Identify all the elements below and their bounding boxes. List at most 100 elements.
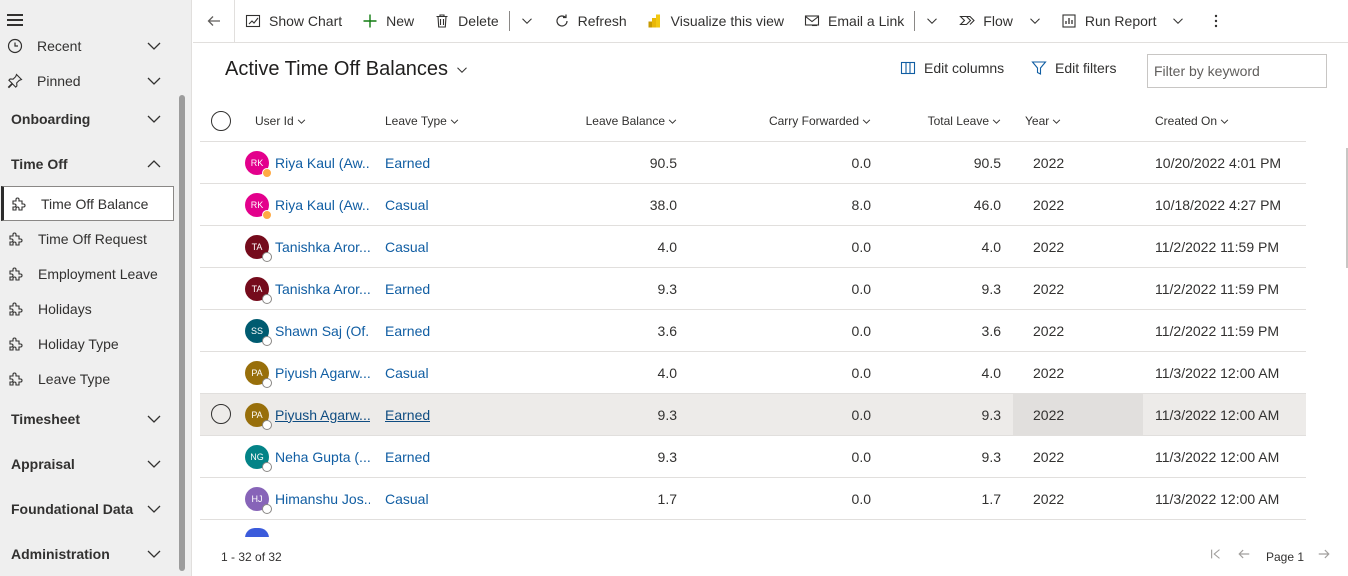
user-id-link[interactable]: Riya Kaul (Aw...: [275, 155, 370, 171]
table-row[interactable]: TA Tanishka Aror... Earned 9.3 0.0 9.3 2022 11/…: [200, 268, 1306, 310]
edit-columns-button[interactable]: Edit columns: [900, 60, 1004, 76]
column-header-carry-forwarded[interactable]: Carry Forwarded: [720, 100, 871, 142]
edit-filters-button[interactable]: Edit filters: [1031, 60, 1116, 76]
column-header-leave-type[interactable]: Leave Type: [385, 100, 459, 142]
table-row[interactable]: TA Tanishka Aror... Casual 4.0 0.0 4.0 2022 11/…: [200, 226, 1306, 268]
edit-columns-label: Edit columns: [924, 60, 1005, 76]
user-id-cell: NG Neha Gupta (...: [245, 436, 370, 477]
group-foundational-data[interactable]: Foundational Data: [0, 489, 174, 529]
nav-recent[interactable]: Recent: [0, 28, 174, 63]
leave-type-link[interactable]: Earned: [385, 449, 430, 465]
presence-status-icon: [262, 503, 272, 514]
leave-balance-cell: 9.3: [657, 406, 677, 423]
table-row[interactable]: NG Neha Gupta (... Earned 9.3 0.0 9.3 2022 11/3…: [200, 436, 1306, 478]
sidebar-item-time-off-request[interactable]: Time Off Request: [1, 221, 174, 256]
user-id-link[interactable]: Tanishka Aror...: [275, 281, 370, 297]
select-all-checkbox[interactable]: [211, 111, 231, 131]
user-id-link[interactable]: Piyush Agarw...: [275, 365, 370, 381]
sidebar-scrollbar[interactable]: [179, 95, 185, 571]
leave-type-link[interactable]: Casual: [385, 491, 429, 507]
chevron-down-icon[interactable]: [146, 38, 162, 54]
flow-icon: [959, 15, 976, 26]
leave-type-link[interactable]: Casual: [385, 239, 429, 255]
chevron-down-icon: [297, 118, 305, 124]
grid-header: User Id Leave Type Leave Balance Carry F…: [200, 100, 1306, 142]
leave-balance-cell: 9.3: [657, 280, 677, 297]
user-id-link[interactable]: Himanshu Jos...: [275, 491, 370, 507]
visualize-view-button[interactable]: Visualize this view: [637, 0, 794, 43]
hamburger-menu-icon[interactable]: [7, 14, 23, 26]
presence-status-icon: [262, 251, 272, 262]
chevron-down-icon[interactable]: [146, 73, 162, 89]
avatar: RK: [245, 192, 272, 220]
table-row[interactable]: SS Shawn Saj (Of... Earned 3.6 0.0 3.6 2022 11/…: [200, 310, 1306, 352]
table-row[interactable]: PA Piyush Agarw... Earned 9.3 0.0 9.3 2022 11/3…: [200, 394, 1306, 436]
user-id-link[interactable]: Piyush Agarw...: [275, 407, 370, 423]
sidebar-item-leave-type[interactable]: Leave Type: [1, 361, 174, 396]
run-report-label: Run Report: [1084, 13, 1157, 29]
column-header-label: Year: [1025, 114, 1050, 128]
more-delete-options-button[interactable]: [510, 0, 544, 43]
sidebar-item-holidays[interactable]: Holidays: [1, 291, 174, 326]
view-selector[interactable]: Active Time Off Balances: [225, 58, 468, 81]
leave-type-link[interactable]: Earned: [385, 323, 430, 339]
user-id-link[interactable]: Riya Kaul (Aw...: [275, 197, 370, 213]
column-header-year[interactable]: Year: [1025, 100, 1061, 142]
table-row[interactable]: RK Riya Kaul (Aw... Casual 38.0 8.0 46.0 2022 1…: [200, 184, 1306, 226]
column-header-total-leave[interactable]: Total Leave: [890, 100, 1001, 142]
group-appraisal[interactable]: Appraisal: [0, 444, 174, 484]
group-onboarding[interactable]: Onboarding: [0, 99, 174, 139]
user-id-link[interactable]: Tanishka Aror...: [275, 239, 370, 255]
sidebar-item-holiday-type[interactable]: Holiday Type: [1, 326, 174, 361]
presence-status-icon: [262, 293, 272, 304]
column-header-created-on[interactable]: Created On: [1155, 100, 1229, 142]
new-button[interactable]: New: [352, 0, 424, 43]
more-email-options-button[interactable]: [915, 0, 949, 43]
presence-status-icon: [262, 209, 272, 220]
leave-balance-cell: 1.7: [657, 490, 677, 507]
leave-type-link[interactable]: Earned: [385, 155, 430, 171]
refresh-button[interactable]: Refresh: [544, 0, 637, 43]
user-id-link[interactable]: Neha Gupta (...: [275, 449, 370, 465]
avatar-initials: TA: [251, 241, 263, 252]
puzzle-icon: [10, 195, 28, 213]
delete-button[interactable]: Delete: [424, 0, 508, 43]
user-id-link[interactable]: Shawn Saj (Of...: [275, 323, 370, 339]
leave-type-link[interactable]: Casual: [385, 197, 429, 213]
run-report-button[interactable]: Run Report: [1051, 0, 1195, 43]
refresh-label: Refresh: [577, 13, 627, 29]
leave-type-link[interactable]: Earned: [385, 281, 430, 297]
flow-label: Flow: [983, 13, 1013, 29]
nav-pinned[interactable]: Pinned: [0, 63, 174, 98]
column-header-label: Leave Type: [385, 114, 447, 128]
table-row[interactable]: RK Riya Kaul (Aw... Earned 90.5 0.0 90.5 2022 1…: [200, 142, 1306, 184]
row-checkbox[interactable]: [211, 404, 231, 424]
chevron-down-icon: [521, 18, 532, 24]
table-row[interactable]: PA Piyush Agarw... Casual 4.0 0.0 4.0 2022 11/3…: [200, 352, 1306, 394]
show-chart-button[interactable]: Show Chart: [235, 0, 352, 43]
carry-forwarded-cell: 0.0: [851, 448, 871, 465]
table-row[interactable]: HJ Himanshu Jos... Casual 1.7 0.0 1.7 2022 11/3…: [200, 478, 1306, 520]
email-link-button[interactable]: Email a Link: [794, 0, 914, 43]
more-commands-button[interactable]: [1194, 0, 1236, 43]
column-header-leave-balance[interactable]: Leave Balance: [540, 100, 677, 142]
group-time-off[interactable]: Time Off: [0, 144, 174, 184]
next-page-icon[interactable]: [1317, 547, 1331, 561]
leave-type-link[interactable]: Casual: [385, 365, 429, 381]
sidebar-item-employment-leave[interactable]: Employment Leave: [1, 256, 174, 291]
avatar-initials: RK: [250, 157, 264, 168]
first-page-icon[interactable]: [1209, 547, 1223, 561]
flow-button[interactable]: Flow: [949, 0, 1051, 43]
column-header-user-id[interactable]: User Id: [255, 100, 306, 142]
group-administration[interactable]: Administration: [0, 534, 174, 574]
leave-type-link[interactable]: Earned: [385, 407, 430, 423]
group-time-off-label: Time Off: [11, 156, 68, 172]
filter-by-keyword-input[interactable]: [1147, 54, 1327, 88]
back-button[interactable]: [193, 0, 235, 43]
previous-page-icon[interactable]: [1237, 547, 1251, 561]
record-count: 1 - 32 of 32: [221, 550, 282, 564]
group-timesheet[interactable]: Timesheet: [0, 399, 174, 439]
year-cell: 2022: [1013, 394, 1143, 435]
sidebar-item-time-off-balance[interactable]: Time Off Balance: [1, 186, 174, 221]
avatar-initials: PA: [251, 367, 263, 378]
